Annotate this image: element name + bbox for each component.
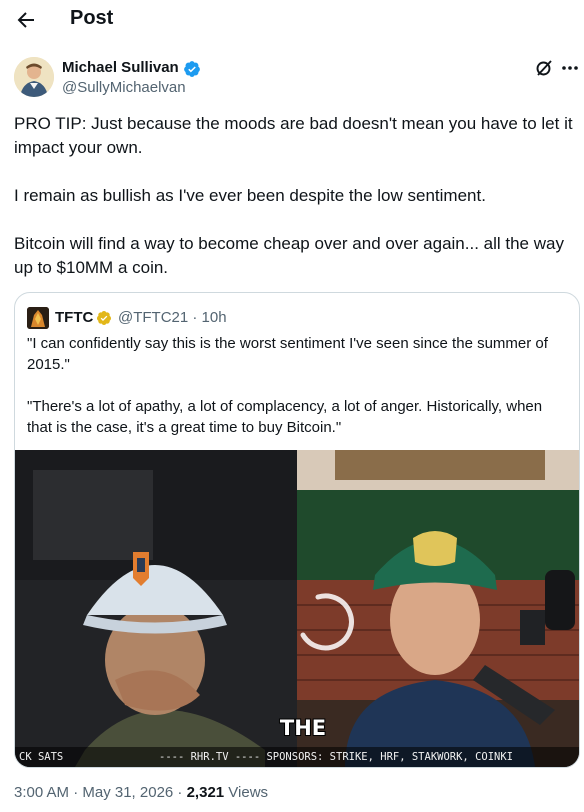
quoted-author-name[interactable]: TFTC: [55, 309, 93, 326]
post-paragraph: PRO TIP: Just because the moods are bad …: [14, 114, 573, 157]
ticker-left-text: CK SATS: [19, 751, 64, 763]
back-button[interactable]: [14, 8, 38, 32]
quoted-text: "I can confidently say this is the worst…: [27, 333, 571, 459]
quoted-paragraph: "There's a lot of apathy, a lot of compl…: [27, 398, 543, 436]
quoted-post[interactable]: TFTC @TFTC21 · 10h "I can confidently sa…: [14, 292, 580, 768]
arrow-left-icon: [17, 12, 34, 28]
post-meta: 3:00 AM · May 31, 2026 · 2,321 Views: [14, 784, 268, 801]
post-text: PRO TIP: Just because the moods are bad …: [14, 112, 574, 304]
views-label: Views: [224, 784, 269, 801]
quoted-paragraph: "I can confidently say this is the worst…: [27, 335, 548, 373]
video-player[interactable]: THE CK SATS ---- RHR.TV ---- SPONSORS: S…: [15, 450, 579, 767]
post-paragraph: I remain as bullish as I've ever been de…: [14, 186, 486, 205]
author-avatar[interactable]: [14, 57, 54, 97]
post-paragraph: Bitcoin will find a way to become cheap …: [14, 234, 564, 277]
more-options-button[interactable]: [560, 58, 580, 78]
grok-icon: [536, 60, 552, 76]
page-title: Post: [70, 7, 114, 29]
video-caption: THE: [279, 716, 327, 740]
quoted-avatar[interactable]: [27, 307, 49, 329]
views-count: 2,321: [186, 784, 225, 801]
grok-button[interactable]: [534, 58, 554, 78]
quoted-handle-time[interactable]: @TFTC21 · 10h: [118, 309, 227, 326]
more-dots-icon: [562, 66, 578, 70]
video-ticker: CK SATS ---- RHR.TV ---- SPONSORS: STRIK…: [15, 747, 579, 767]
post-timestamp[interactable]: 3:00 AM · May 31, 2026 ·: [14, 784, 187, 801]
ticker-right-text: ---- RHR.TV ---- SPONSORS: STRIKE, HRF, …: [159, 751, 514, 763]
gold-verified-badge-icon: [96, 311, 111, 325]
author-name[interactable]: Michael Sullivan: [62, 59, 179, 76]
top-bar: Post: [0, 0, 584, 40]
author-handle[interactable]: @SullyMichaelvan: [62, 79, 186, 96]
verified-badge-icon: [184, 61, 200, 77]
